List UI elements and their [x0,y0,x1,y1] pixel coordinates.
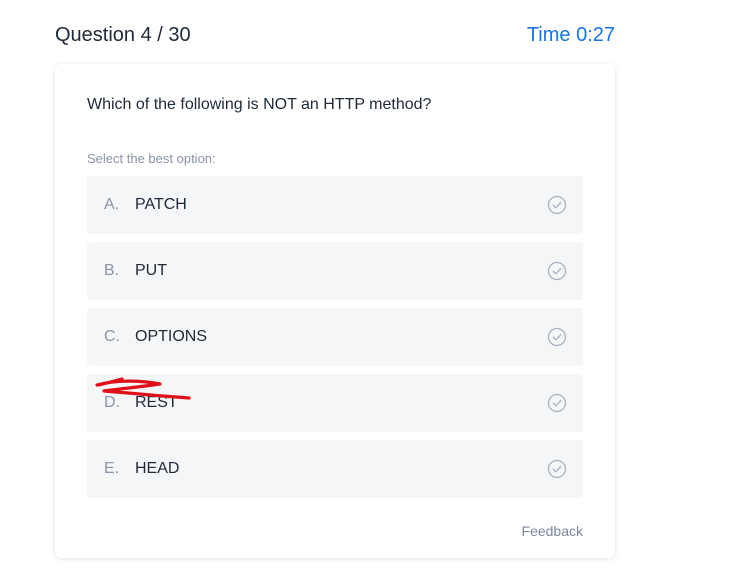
option-letter: E. [104,460,120,477]
option-label: PATCH [135,196,187,213]
question-counter: Question 4 / 30 [55,24,191,46]
option-d[interactable]: D. REST [87,374,583,432]
option-b[interactable]: B. PUT [87,242,583,300]
option-label: OPTIONS [135,328,208,345]
feedback-link[interactable]: Feedback [522,523,583,539]
check-circle-icon [547,459,567,479]
question-card: Which of the following is NOT an HTTP me… [55,64,615,558]
option-hint: Select the best option: [87,151,216,166]
check-circle-icon [547,327,567,347]
timer: Time 0:27 [526,24,615,46]
check-circle-icon [547,195,567,215]
option-a[interactable]: A. PATCH [87,176,583,234]
option-letter: D. [104,394,120,411]
question-text: Which of the following is NOT an HTTP me… [87,96,432,113]
option-label: HEAD [135,460,180,477]
option-letter: B. [104,262,120,279]
check-circle-icon [547,393,567,413]
option-letter: A. [104,196,120,213]
quiz-header: Question 4 / 30 Time 0:27 [55,24,615,50]
options-list: A. PATCH B. PUT C. OPTIONS D. REST E. HE… [87,176,583,506]
check-circle-icon [547,261,567,281]
option-letter: C. [104,328,120,345]
option-c[interactable]: C. OPTIONS [87,308,583,366]
option-label: REST [135,394,178,411]
option-e[interactable]: E. HEAD [87,440,583,498]
option-label: PUT [135,262,167,279]
